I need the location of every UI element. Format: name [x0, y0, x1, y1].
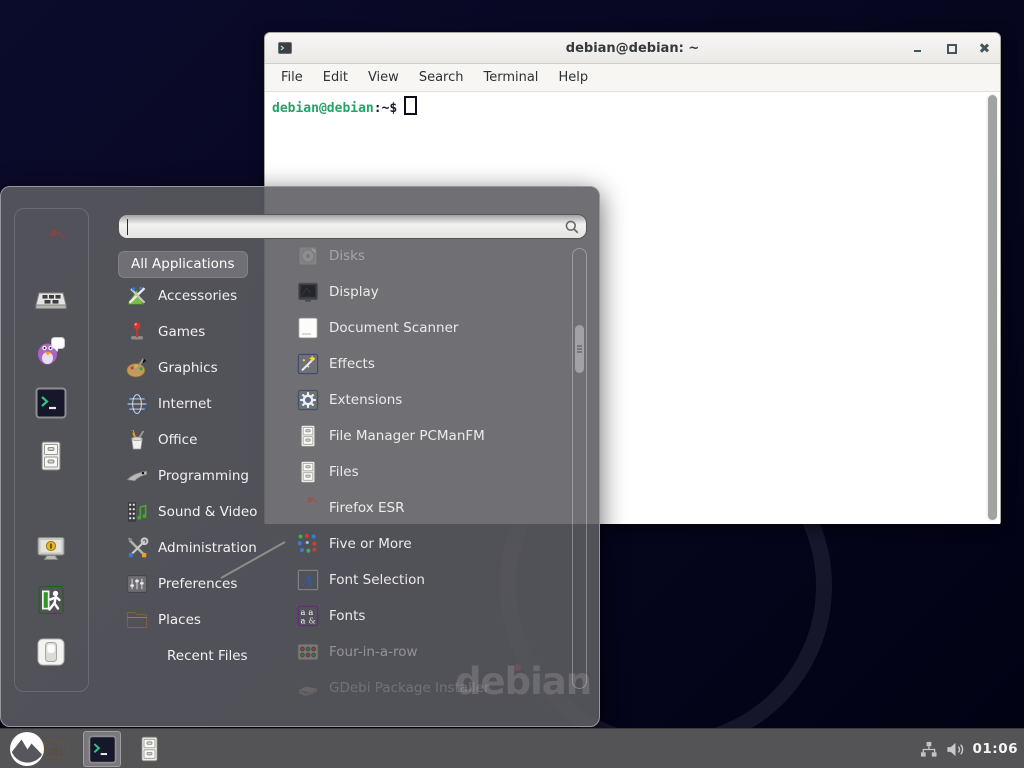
- app-files[interactable]: Files: [286, 454, 569, 490]
- taskbar: 01:06: [0, 728, 1024, 768]
- application-menu: All Applications Accessories Games Graph…: [0, 186, 600, 727]
- four-in-a-row-icon: [296, 640, 320, 664]
- terminal-scrollbar-thumb[interactable]: [988, 95, 997, 520]
- app-disks[interactable]: Disks: [286, 238, 569, 274]
- applications-scrollbar-thumb[interactable]: [575, 325, 584, 373]
- menu-view[interactable]: View: [358, 66, 409, 89]
- category-recent-files[interactable]: Recent Files: [125, 638, 290, 674]
- terminal-scrollbar[interactable]: [986, 94, 998, 521]
- close-icon[interactable]: [978, 42, 990, 54]
- lock-screen-icon[interactable]: [35, 532, 67, 564]
- games-icon: [125, 320, 149, 344]
- file-manager-favorite-icon[interactable]: [35, 440, 67, 472]
- app-extensions[interactable]: Extensions: [286, 382, 569, 418]
- fonts-icon: [296, 604, 320, 628]
- taskbar-terminal-button[interactable]: [83, 731, 121, 767]
- display-icon: [296, 280, 320, 304]
- extensions-icon: [296, 388, 320, 412]
- folder-icon: [125, 608, 149, 632]
- category-internet[interactable]: Internet: [125, 386, 290, 422]
- applications-scrollbar[interactable]: [572, 248, 587, 689]
- menu-edit[interactable]: Edit: [313, 66, 358, 89]
- search-caret: [127, 219, 128, 235]
- app-firefox-esr[interactable]: Firefox ESR: [286, 490, 569, 526]
- terminal-icon: [88, 735, 117, 764]
- menu-search[interactable]: Search: [409, 66, 474, 89]
- app-display[interactable]: Display: [286, 274, 569, 310]
- applications-list: Disks Display Document Scanner Effects E…: [286, 238, 569, 701]
- terminal-cursor: [404, 96, 417, 115]
- app-five-or-more[interactable]: Five or More: [286, 526, 569, 562]
- accessories-icon: [125, 284, 149, 308]
- scanner-icon: [296, 316, 320, 340]
- keypad-favorite-icon[interactable]: [35, 283, 67, 315]
- shutdown-icon[interactable]: [35, 636, 67, 668]
- firefox-icon: [296, 496, 320, 520]
- app-document-scanner[interactable]: Document Scanner: [286, 310, 569, 346]
- prompt-suffix: :~$: [374, 101, 397, 116]
- firefox-favorite-icon[interactable]: [35, 228, 67, 260]
- category-places[interactable]: Places: [125, 602, 290, 638]
- category-graphics[interactable]: Graphics: [125, 350, 290, 386]
- category-office[interactable]: Office: [125, 422, 290, 458]
- category-accessories[interactable]: Accessories: [125, 278, 290, 314]
- category-programming[interactable]: Programming: [125, 458, 290, 494]
- desktop-folder-icon[interactable]: [42, 735, 70, 763]
- network-icon[interactable]: [919, 741, 938, 758]
- package-icon: [296, 676, 320, 700]
- app-fonts[interactable]: Fonts: [286, 598, 569, 634]
- category-games[interactable]: Games: [125, 314, 290, 350]
- sound-video-icon: [125, 500, 149, 524]
- minimize-icon[interactable]: [912, 42, 924, 54]
- search-icon[interactable]: [564, 219, 580, 235]
- favorites-column: [14, 208, 89, 692]
- terminal-favorite-icon[interactable]: [35, 387, 67, 419]
- effects-icon: [296, 352, 320, 376]
- globe-icon: [125, 392, 149, 416]
- graphics-icon: [125, 356, 149, 380]
- app-gdebi-package-installer[interactable]: GDebi Package Installer: [286, 670, 569, 701]
- menu-button-icon[interactable]: [9, 731, 45, 767]
- pidgin-favorite-icon[interactable]: [35, 334, 67, 366]
- font-selection-icon: [296, 568, 320, 592]
- scrollbar-grip: [577, 345, 582, 347]
- taskbar-file-manager-icon[interactable]: [136, 734, 163, 764]
- app-effects[interactable]: Effects: [286, 346, 569, 382]
- terminal-titlebar[interactable]: debian@debian: ~: [265, 33, 1000, 64]
- menu-terminal[interactable]: Terminal: [473, 66, 548, 89]
- category-sound-video[interactable]: Sound & Video: [125, 494, 290, 530]
- terminal-menubar: File Edit View Search Terminal Help: [265, 64, 1000, 92]
- category-administration[interactable]: Administration: [125, 530, 290, 566]
- five-or-more-icon: [296, 532, 320, 556]
- office-icon: [125, 428, 149, 452]
- terminal-window-title: debian@debian: ~: [265, 41, 1000, 56]
- disks-icon: [296, 244, 320, 268]
- category-preferences[interactable]: Preferences: [125, 566, 290, 602]
- category-all-applications[interactable]: All Applications: [118, 251, 248, 278]
- app-search-input[interactable]: [127, 217, 551, 238]
- app-file-manager-pcmanfm[interactable]: File Manager PCManFM: [286, 418, 569, 454]
- programming-icon: [125, 464, 149, 488]
- desktop: debian debian@debian: ~ File Edit View S…: [0, 0, 1024, 768]
- prompt-user-host: debian@debian: [272, 101, 374, 116]
- clock[interactable]: 01:06: [973, 741, 1018, 757]
- app-four-in-a-row[interactable]: Four-in-a-row: [286, 634, 569, 670]
- logout-icon[interactable]: [35, 584, 67, 616]
- file-cabinet-icon: [296, 460, 320, 484]
- terminal-window-icon: [278, 41, 292, 55]
- volume-icon[interactable]: [946, 741, 965, 758]
- menu-file[interactable]: File: [271, 66, 313, 89]
- app-search-box: [118, 214, 587, 239]
- menu-help[interactable]: Help: [548, 66, 598, 89]
- preferences-icon: [125, 572, 149, 596]
- file-cabinet-icon: [296, 424, 320, 448]
- app-font-selection[interactable]: Font Selection: [286, 562, 569, 598]
- maximize-icon[interactable]: [945, 42, 957, 54]
- system-tray: 01:06: [919, 729, 1018, 768]
- administration-icon: [125, 536, 149, 560]
